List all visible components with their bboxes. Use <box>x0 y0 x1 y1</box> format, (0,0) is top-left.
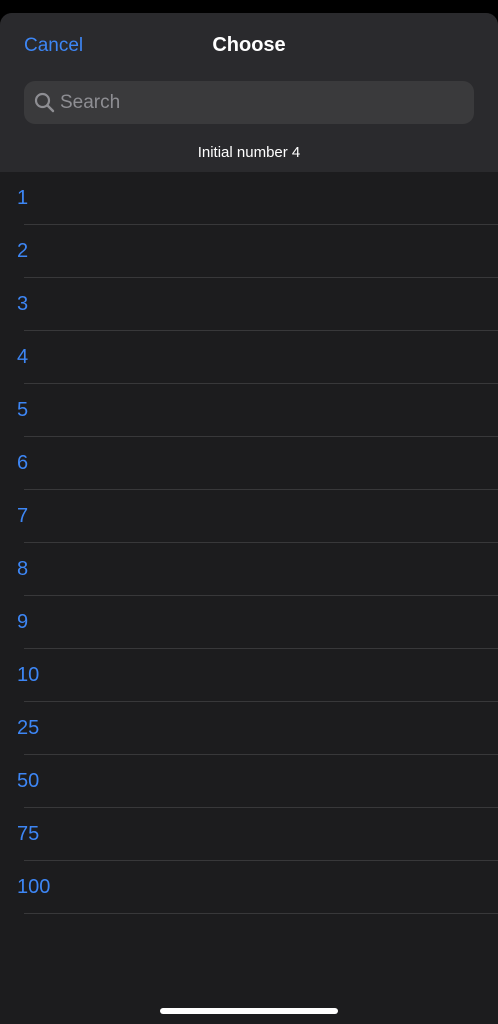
list-item-label: 6 <box>17 452 29 474</box>
list-item[interactable]: 1 <box>0 172 498 225</box>
list-item[interactable]: 50 <box>0 755 498 808</box>
list-item[interactable]: 9 <box>0 596 498 649</box>
list-item[interactable]: 100 <box>0 861 498 914</box>
list-item-label: 25 <box>17 717 40 739</box>
list-item-label: 2 <box>17 240 29 262</box>
list-item-label: 4 <box>17 346 29 368</box>
list-item[interactable]: 8 <box>0 543 498 596</box>
home-indicator <box>160 1008 338 1014</box>
list-item-label: 100 <box>17 876 51 898</box>
list-item[interactable]: 25 <box>0 702 498 755</box>
list-item-label: 9 <box>17 611 29 633</box>
list-item-label: 3 <box>17 293 29 315</box>
list-item-label: 50 <box>17 770 40 792</box>
search-input[interactable] <box>60 91 474 114</box>
picker-header: Cancel Choose Initial number 4 <box>0 13 498 172</box>
options-list: 1 2 3 4 5 6 7 8 9 10 25 50 75 100 <box>0 172 498 914</box>
page-title: Choose <box>212 34 286 56</box>
list-item[interactable]: 4 <box>0 331 498 384</box>
list-item[interactable]: 3 <box>0 278 498 331</box>
list-item-label: 5 <box>17 399 29 421</box>
row-divider <box>24 913 498 914</box>
search-bar[interactable] <box>24 81 474 124</box>
list-item-label: 8 <box>17 558 29 580</box>
list-item[interactable]: 10 <box>0 649 498 702</box>
search-icon <box>33 92 55 114</box>
list-item[interactable]: 75 <box>0 808 498 861</box>
list-item[interactable]: 5 <box>0 384 498 437</box>
picker-subtitle: Initial number 4 <box>197 144 301 161</box>
list-item[interactable]: 6 <box>0 437 498 490</box>
list-item[interactable]: 2 <box>0 225 498 278</box>
picker-sheet: Cancel Choose Initial number 4 1 2 3 4 5 6 7 8 9… <box>0 13 498 1024</box>
list-item-label: 75 <box>17 823 40 845</box>
list-item-label: 10 <box>17 664 40 686</box>
list-item-label: 1 <box>17 187 29 209</box>
list-item[interactable]: 7 <box>0 490 498 543</box>
list-item-label: 7 <box>17 505 29 527</box>
